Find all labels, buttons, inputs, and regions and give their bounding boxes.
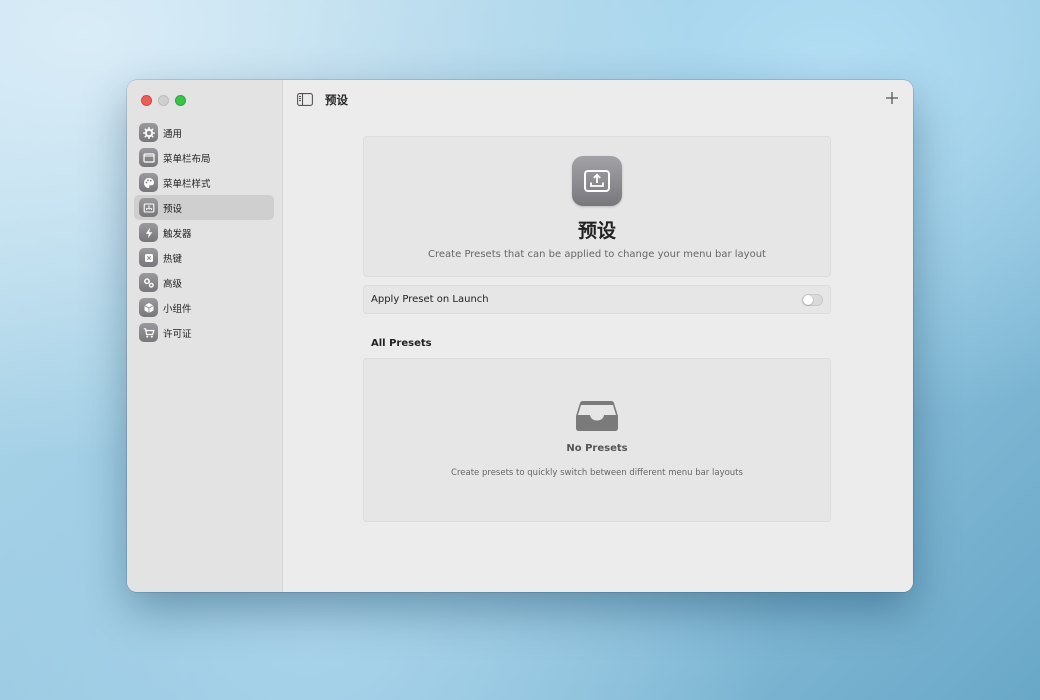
empty-state-subtitle: Create presets to quickly switch between… <box>451 468 743 478</box>
page-title: 预设 <box>325 93 348 107</box>
main-content: 预设 预设 Create Presets that can be applied… <box>283 80 913 592</box>
palette-icon <box>139 173 158 192</box>
toolbar: 预设 <box>283 80 913 120</box>
all-presets-header: All Presets <box>371 338 432 349</box>
cube-icon <box>139 298 158 317</box>
inbox-icon <box>576 401 618 431</box>
settings-window: 通用 菜单栏布局 菜单栏样式 预设 触发器 热键 高级 小组件 许可证 预设 预… <box>127 80 913 592</box>
sidebar-item-label: 预设 <box>163 203 183 215</box>
sidebar-item-label: 高级 <box>163 278 183 290</box>
window-controls <box>141 95 186 106</box>
sidebar-item-general[interactable]: 通用 <box>134 120 274 145</box>
sidebar-item-hotkeys[interactable]: 热键 <box>134 245 274 270</box>
sidebar-item-presets[interactable]: 预设 <box>134 195 274 220</box>
zoom-button[interactable] <box>175 95 186 106</box>
apply-preset-on-launch-toggle[interactable] <box>802 293 823 306</box>
sidebar-item-label: 许可证 <box>163 328 192 340</box>
apply-preset-on-launch-label: Apply Preset on Launch <box>371 294 489 305</box>
apply-preset-on-launch-row: Apply Preset on Launch <box>363 285 831 314</box>
bolt-icon <box>139 223 158 242</box>
sidebar-item-label: 小组件 <box>163 303 192 315</box>
sidebar-item-menubar-style[interactable]: 菜单栏样式 <box>134 170 274 195</box>
sidebar-item-menubar-layout[interactable]: 菜单栏布局 <box>134 145 274 170</box>
presets-icon <box>139 198 158 217</box>
hero-title: 预设 <box>577 220 616 242</box>
minimize-button[interactable] <box>158 95 169 106</box>
sidebar-toggle-icon[interactable] <box>297 93 313 106</box>
sidebar-item-advanced[interactable]: 高级 <box>134 270 274 295</box>
sidebar: 通用 菜单栏布局 菜单栏样式 预设 触发器 热键 高级 小组件 许可证 <box>127 80 283 592</box>
sidebar-item-label: 触发器 <box>163 228 192 240</box>
keyboard-icon <box>139 248 158 267</box>
sidebar-item-label: 菜单栏布局 <box>163 153 211 165</box>
sidebar-item-license[interactable]: 许可证 <box>134 320 274 345</box>
sidebar-item-widgets[interactable]: 小组件 <box>134 295 274 320</box>
upload-tray-icon <box>572 156 622 206</box>
cart-icon <box>139 323 158 342</box>
sidebar-nav: 通用 菜单栏布局 菜单栏样式 预设 触发器 热键 高级 小组件 许可证 <box>134 120 274 345</box>
hero-subtitle: Create Presets that can be applied to ch… <box>428 249 766 260</box>
sidebar-item-label: 菜单栏样式 <box>163 178 211 190</box>
sidebar-item-label: 热键 <box>163 253 183 265</box>
presets-hero-card: 预设 Create Presets that can be applied to… <box>363 136 831 277</box>
toggle-knob <box>803 294 813 305</box>
gears-icon <box>139 273 158 292</box>
gear-icon <box>139 123 158 142</box>
close-button[interactable] <box>141 95 152 106</box>
sidebar-item-triggers[interactable]: 触发器 <box>134 220 274 245</box>
menubar-layout-icon <box>139 148 158 167</box>
presets-empty-state: No Presets Create presets to quickly swi… <box>363 358 831 522</box>
empty-state-title: No Presets <box>566 443 628 454</box>
sidebar-item-label: 通用 <box>163 128 183 140</box>
plus-icon[interactable] <box>885 91 899 105</box>
